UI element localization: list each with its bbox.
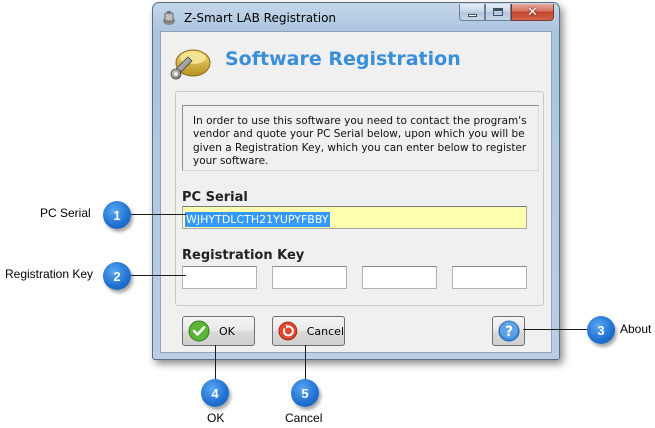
cancel-button[interactable]: Cancel: [272, 316, 345, 346]
callout-label-ok: OK: [207, 411, 225, 425]
callout-label-pc-serial: PC Serial: [40, 206, 91, 220]
callout-label-cancel: Cancel: [285, 411, 323, 425]
callout-marker-5: 5: [291, 379, 319, 407]
callout-marker-1: 1: [103, 201, 131, 229]
banner-title: Software Registration: [225, 48, 461, 70]
instructions-text: In order to use this software you need t…: [182, 105, 539, 171]
callout-line-4: [215, 345, 216, 379]
pc-serial-value: WJHYTDLCTH21YUPYFBBY: [185, 212, 330, 227]
minimize-button[interactable]: [459, 4, 485, 21]
callout-marker-4: 4: [201, 379, 229, 407]
callout-label-about: About: [620, 322, 652, 336]
svg-text:?: ?: [504, 324, 512, 340]
window-title: Z-Smart LAB Registration: [184, 11, 337, 25]
cancel-icon: [278, 321, 298, 341]
registration-key-label: Registration Key: [182, 248, 305, 263]
callout-marker-2: 2: [103, 262, 131, 290]
callout-line-3: [523, 329, 587, 330]
app-icon: [163, 11, 175, 25]
registration-key-field-4[interactable]: [452, 266, 527, 289]
checkmark-icon: [188, 320, 210, 342]
registration-panel: In order to use this software you need t…: [175, 91, 544, 306]
registration-key-field-3[interactable]: [362, 266, 437, 289]
cancel-button-label: Cancel: [306, 324, 344, 338]
about-button[interactable]: ?: [492, 316, 525, 346]
minimize-icon: [467, 13, 477, 17]
caption-buttons: ✕: [459, 4, 554, 21]
callout-line-5: [305, 345, 306, 379]
ok-button-label: OK: [219, 324, 235, 338]
maximize-icon: [493, 8, 503, 16]
callout-label-registration-key: Registration Key: [5, 267, 94, 281]
callout-marker-3: 3: [587, 316, 615, 344]
close-button[interactable]: ✕: [511, 4, 554, 21]
registration-key-field-1[interactable]: [182, 266, 257, 289]
ok-button[interactable]: OK: [182, 316, 255, 346]
key-lock-icon: [170, 49, 211, 80]
title-bar[interactable]: Z-Smart LAB Registration ✕: [153, 3, 559, 31]
maximize-button[interactable]: [485, 4, 511, 21]
callout-line-1: [131, 214, 186, 215]
registration-key-field-2[interactable]: [272, 266, 347, 289]
dialog-client-area: Software Registration In order to use th…: [160, 31, 552, 353]
pc-serial-label: PC Serial: [182, 190, 248, 205]
pc-serial-field[interactable]: WJHYTDLCTH21YUPYFBBY: [182, 206, 527, 229]
callout-line-2: [131, 275, 186, 276]
help-icon: ?: [498, 320, 519, 342]
registration-dialog: Z-Smart LAB Registration ✕ Software Regi…: [152, 2, 560, 360]
close-icon: ✕: [527, 4, 538, 20]
